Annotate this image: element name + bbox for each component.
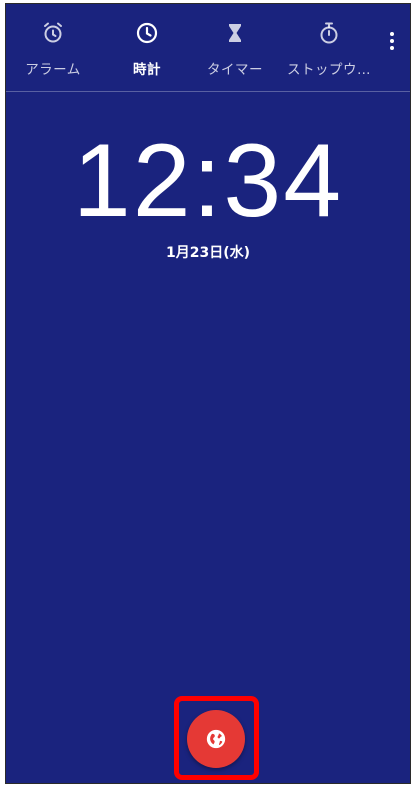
- tab-clock-label: 時計: [133, 62, 161, 78]
- tab-timer[interactable]: タイマー: [200, 4, 270, 92]
- current-date: 1月23日(水): [165, 245, 251, 261]
- current-time: 12:34: [72, 123, 344, 239]
- tab-stopwatch-label: ストップウ…: [287, 62, 371, 78]
- hourglass-icon: [222, 20, 248, 46]
- more-options-button[interactable]: [380, 26, 404, 56]
- more-vertical-icon: [390, 32, 394, 36]
- tab-alarm-label: アラーム: [25, 62, 81, 78]
- stopwatch-icon: [316, 20, 342, 46]
- alarm-clock-icon: [40, 20, 66, 46]
- tab-bar: アラーム 時計 タイマー ストップウ…: [6, 4, 410, 92]
- tab-alarm[interactable]: アラーム: [18, 4, 88, 92]
- globe-icon: [206, 729, 226, 749]
- world-clock-button[interactable]: [187, 710, 245, 768]
- clock-app-screen: アラーム 時計 タイマー ストップウ… 12:34 1月23日(水): [5, 3, 411, 784]
- tab-stopwatch[interactable]: ストップウ…: [284, 4, 374, 92]
- clock-icon: [134, 20, 160, 46]
- tab-clock[interactable]: 時計: [112, 4, 182, 92]
- tab-timer-label: タイマー: [207, 62, 263, 78]
